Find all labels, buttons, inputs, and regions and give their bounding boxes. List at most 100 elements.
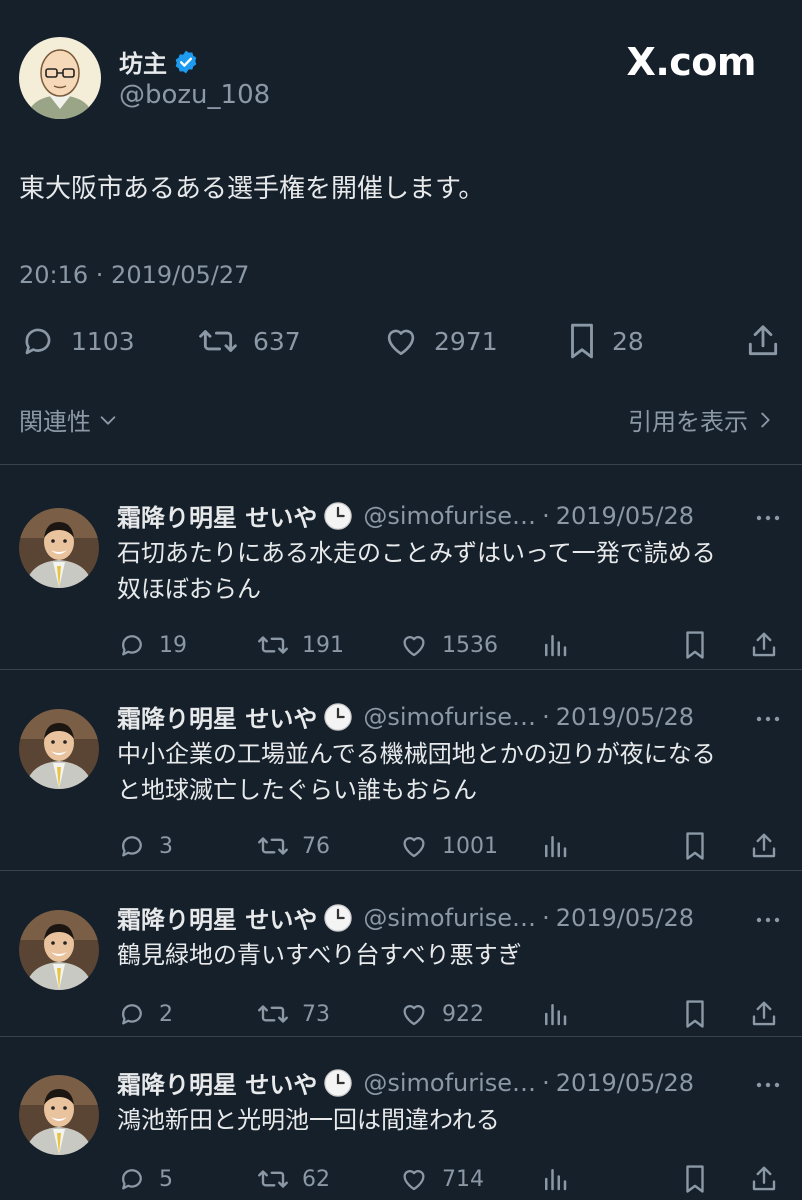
- reply-author-handle[interactable]: @simofurise…: [363, 1069, 536, 1097]
- more-options-icon[interactable]: [754, 1073, 782, 1097]
- reply-count: 19: [159, 632, 187, 658]
- reply-text-line: 鴻池新田と光明池一回は間違われる: [117, 1106, 500, 1134]
- avatar[interactable]: [19, 709, 99, 789]
- like-button[interactable]: 922: [398, 994, 484, 1034]
- more-options-icon[interactable]: [754, 908, 782, 932]
- reply-date[interactable]: 2019/05/28: [556, 904, 694, 932]
- like-button[interactable]: 1536: [398, 625, 498, 665]
- divider: [0, 669, 802, 670]
- like-count: 1536: [442, 632, 498, 658]
- share-button[interactable]: [749, 826, 779, 866]
- author-avatar[interactable]: [19, 37, 101, 119]
- views-button[interactable]: [540, 1159, 570, 1199]
- reply-date[interactable]: 2019/05/28: [556, 502, 694, 530]
- retweet-button[interactable]: 73: [256, 994, 330, 1034]
- share-icon: [749, 630, 779, 660]
- reply-author-name[interactable]: 霜降り明星 せいや: [117, 498, 317, 533]
- reply-text-line: と地球滅亡したぐらい誰もおらん: [117, 776, 477, 804]
- like-count: 2971: [434, 326, 498, 356]
- sort-label: 関連性: [19, 408, 91, 436]
- reply-author-name[interactable]: 霜降り明星 せいや: [117, 699, 317, 734]
- author-name[interactable]: 坊主: [119, 44, 167, 79]
- retweet-button[interactable]: 62: [256, 1159, 330, 1199]
- bookmark-button[interactable]: [682, 994, 708, 1034]
- reply-button[interactable]: 1103: [19, 318, 135, 364]
- reply-author-handle[interactable]: @simofurise…: [363, 703, 536, 731]
- bookmark-button[interactable]: [682, 1159, 708, 1199]
- avatar[interactable]: [19, 910, 99, 990]
- retweet-icon: [256, 1164, 290, 1194]
- reply-button[interactable]: 3: [117, 826, 173, 866]
- sort-relevance-dropdown[interactable]: 関連性: [19, 402, 119, 437]
- separator-dot: ·: [542, 903, 550, 932]
- reply-date[interactable]: 2019/05/28: [556, 1069, 694, 1097]
- reply-author-handle[interactable]: @simofurise…: [363, 904, 536, 932]
- retweet-count: 76: [302, 833, 330, 859]
- reply-count: 1103: [71, 326, 135, 356]
- bookmark-button[interactable]: [682, 826, 708, 866]
- view-quotes-link[interactable]: 引用を表示: [628, 402, 774, 437]
- divider: [0, 870, 802, 871]
- avatar[interactable]: [19, 508, 99, 588]
- bookmark-icon: [682, 999, 708, 1029]
- bookmark-icon: [566, 322, 598, 360]
- retweet-icon: [197, 322, 239, 360]
- reply-button[interactable]: 2: [117, 994, 173, 1034]
- tweet-timestamp[interactable]: 20:16 · 2019/05/27: [19, 261, 249, 289]
- retweet-icon: [256, 999, 290, 1029]
- views-icon: [540, 999, 570, 1029]
- like-count: 1001: [442, 833, 498, 859]
- reply-icon: [117, 831, 147, 861]
- reply-button[interactable]: 5: [117, 1159, 173, 1199]
- retweet-button[interactable]: 637: [197, 318, 301, 364]
- reply-text-line: 石切あたりにある水走のことみずはいって一発で読める: [117, 539, 716, 567]
- separator-dot: ·: [542, 702, 550, 731]
- clock-emoji-icon: [323, 702, 353, 732]
- like-count: 922: [442, 1001, 484, 1027]
- divider: [0, 1036, 802, 1037]
- avatar[interactable]: [19, 1075, 99, 1155]
- reply-text: 中小企業の工場並んでる機械団地とかの辺りが夜になる と地球滅亡したぐらい誰もおらん: [117, 736, 787, 808]
- share-button[interactable]: [749, 625, 779, 665]
- reply-icon: [19, 322, 57, 360]
- share-icon: [749, 1164, 779, 1194]
- reply-actions: 5 62 714: [0, 1159, 802, 1199]
- heart-icon: [398, 831, 430, 861]
- bookmark-icon: [682, 1164, 708, 1194]
- views-icon: [540, 831, 570, 861]
- share-button[interactable]: [749, 994, 779, 1034]
- like-button[interactable]: 2971: [382, 318, 498, 364]
- reply-count: 5: [159, 1166, 173, 1192]
- retweet-count: 191: [302, 632, 344, 658]
- author-name-row[interactable]: 坊主: [119, 44, 199, 79]
- share-button[interactable]: [749, 1159, 779, 1199]
- author-handle[interactable]: @bozu_108: [119, 80, 270, 110]
- reply-author-name[interactable]: 霜降り明星 せいや: [117, 900, 317, 935]
- views-button[interactable]: [540, 625, 570, 665]
- reply-author-handle[interactable]: @simofurise…: [363, 502, 536, 530]
- heart-icon: [398, 999, 430, 1029]
- reply-icon: [117, 630, 147, 660]
- retweet-button[interactable]: 191: [256, 625, 344, 665]
- views-button[interactable]: [540, 994, 570, 1034]
- separator-dot: ·: [542, 501, 550, 530]
- views-button[interactable]: [540, 826, 570, 866]
- reply-date[interactable]: 2019/05/28: [556, 703, 694, 731]
- heart-icon: [398, 630, 430, 660]
- share-button[interactable]: [744, 318, 782, 364]
- reply-actions: 2 73 922: [0, 994, 802, 1034]
- heart-icon: [398, 1164, 430, 1194]
- retweet-button[interactable]: 76: [256, 826, 330, 866]
- reply-button[interactable]: 19: [117, 625, 187, 665]
- bookmark-button[interactable]: 28: [566, 318, 644, 364]
- like-button[interactable]: 714: [398, 1159, 484, 1199]
- clock-emoji-icon: [323, 903, 353, 933]
- reply-author-name[interactable]: 霜降り明星 せいや: [117, 1065, 317, 1100]
- bookmark-button[interactable]: [682, 625, 708, 665]
- more-options-icon[interactable]: [754, 707, 782, 731]
- like-button[interactable]: 1001: [398, 826, 498, 866]
- bookmark-icon: [682, 831, 708, 861]
- reply-text-line: 奴ほぼおらん: [117, 575, 261, 603]
- more-options-icon[interactable]: [754, 506, 782, 530]
- reply-header: 霜降り明星 せいや @simofurise… · 2019/05/28: [117, 1065, 767, 1100]
